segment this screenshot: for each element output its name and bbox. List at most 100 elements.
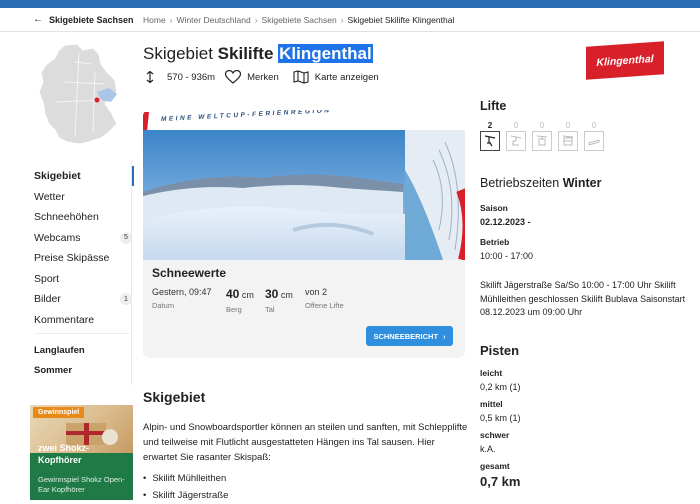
hours-heading: Betriebszeiten Winter (480, 176, 601, 190)
snow-open-lifts: von 2 Offene Lifte (305, 287, 344, 310)
snow-title: Schneewerte (152, 266, 227, 280)
lift-type-tbar: 2 (480, 121, 500, 151)
arrow-left-icon: ← (33, 14, 43, 25)
germany-map[interactable] (35, 42, 125, 147)
breadcrumb-home[interactable]: Home (143, 15, 166, 25)
nav-item-label: Kommentare (34, 313, 95, 326)
back-link-label: Skigebiete Sachsen (49, 14, 134, 25)
breadcrumb-winter[interactable]: Winter Deutschland (177, 15, 251, 25)
nav-item-sport[interactable]: Sport (34, 269, 132, 290)
pisten-heading: Pisten (480, 343, 520, 358)
chairlift-icon (506, 131, 526, 151)
save-button[interactable]: Merken (247, 72, 279, 83)
nav-item-bilder[interactable]: Bilder 1 (34, 289, 132, 310)
lift-count: 0 (513, 121, 519, 130)
saison-value: 02.12.2023 - (480, 217, 531, 227)
lift-count: 0 (539, 121, 545, 130)
chevron-right-icon: › (340, 15, 344, 25)
nav-item-kommentare[interactable]: Kommentare (34, 310, 132, 331)
lift-count: 0 (565, 121, 571, 130)
skigebiet-text: Alpin- und Snowboardsportler können an s… (143, 422, 468, 463)
lift-count: 0 (591, 121, 597, 130)
valley-label: Tal (265, 305, 275, 314)
nav-item-skigebiet[interactable]: Skigebiet (34, 166, 134, 187)
back-link[interactable]: ← Skigebiete Sachsen (33, 14, 134, 25)
snow-card: MEINE WELTCUP-FERIENREGION Schneewerte G… (143, 110, 465, 358)
nav-item-sommer[interactable]: Sommer (34, 360, 132, 380)
list-item: Skilift Jägerstraße (143, 487, 228, 504)
location-marker-icon (94, 97, 100, 103)
meta-row: 570 - 936m Merken Karte anzeigen (145, 70, 379, 84)
nav-item-label: Sport (34, 272, 60, 285)
promo-title: zwei Shokz-Kopfhörer (38, 443, 90, 465)
lifts-heading: Lifte (480, 99, 507, 113)
nav-item-preise[interactable]: Preise Skipässe (34, 248, 132, 269)
betrieb-label: Betrieb (480, 237, 510, 247)
show-map-button[interactable]: Karte anzeigen (315, 72, 379, 83)
snow-report-label: SCHNEEBERICHT (373, 331, 439, 341)
altitude-icon (145, 71, 155, 83)
resort-banner: MEINE WELTCUP-FERIENREGION (143, 110, 465, 260)
breadcrumb-sachsen[interactable]: Skigebiete Sachsen (262, 15, 337, 25)
header-divider (0, 31, 700, 32)
piste-easy-value: 0,2 km (1) (480, 382, 521, 392)
nav-item-label: Webcams (34, 231, 81, 244)
promo-card[interactable]: Gewinnspiel zwei Shokz-Kopfhörer Gewinns… (30, 405, 133, 500)
mountain-value: 40 (226, 287, 240, 301)
open-lifts-value: von 2 (305, 287, 328, 297)
map-icon[interactable] (293, 70, 309, 84)
snow-date-label: Datum (152, 301, 175, 310)
resort-logo: Klingenthal (586, 41, 664, 80)
nav-item-label: Bilder (34, 293, 61, 306)
nav-item-label: Skigebiet (34, 170, 81, 183)
magic-carpet-icon (584, 131, 604, 151)
breadcrumb-current: Skigebiet Skilifte Klingenthal (347, 15, 455, 25)
nav-item-label: Preise Skipässe (34, 252, 110, 265)
saison-label: Saison (480, 203, 508, 213)
piste-hard-value: k.A. (480, 444, 496, 454)
snow-date-value: Gestern, 09:47 (152, 287, 212, 297)
top-bar (0, 0, 700, 8)
nav-item-label: Wetter (34, 190, 65, 203)
chevron-right-icon: › (169, 15, 173, 25)
hours-season: Winter (562, 176, 602, 190)
nav-item-label: Schneehöhen (34, 211, 99, 224)
lift-type-chairlift: 0 (506, 121, 526, 151)
nav-item-wetter[interactable]: Wetter (34, 187, 132, 208)
cable-car-icon (558, 131, 578, 151)
side-nav: Skigebiet Wetter Schneehöhen Webcams 5 Pr… (34, 166, 134, 331)
promo-tag: Gewinnspiel (33, 407, 85, 418)
promo-subtitle: Gewinnspiel Shokz Open-Ear Kopfhörer (38, 475, 125, 494)
open-lifts-label: Offene Lifte (305, 301, 344, 310)
lift-count: 2 (487, 121, 493, 130)
betrieb-value: 10:00 - 17:00 (480, 251, 534, 261)
piste-medium-value: 0,5 km (1) (480, 413, 521, 423)
page-title: Skigebiet Skilifte Klingenthal (143, 44, 373, 64)
chevron-right-icon: › (443, 331, 446, 341)
heart-icon[interactable] (225, 70, 242, 84)
lift-list: Skilift Mühlleithen Skilift Jägerstraße (143, 470, 228, 504)
chevron-right-icon: › (254, 15, 258, 25)
mountain-unit: cm (241, 290, 254, 300)
snow-valley: 30 cm Tal (265, 287, 293, 314)
skigebiet-heading: Skigebiet (143, 389, 206, 405)
nav-item-webcams[interactable]: Webcams 5 (34, 228, 132, 249)
valley-value: 30 (265, 287, 279, 301)
mountain-label: Berg (226, 305, 242, 314)
resort-photo[interactable] (143, 130, 465, 260)
snow-values: Gestern, 09:47 Datum 40 cm Berg 30 cm Ta… (152, 287, 452, 317)
nav-item-schneehoehen[interactable]: Schneehöhen (34, 207, 132, 228)
lift-type-carpet: 0 (584, 121, 604, 151)
snow-mountain: 40 cm Berg (226, 287, 254, 314)
breadcrumb: Home › Winter Deutschland › Skigebiete S… (143, 15, 454, 25)
piste-easy-label: leicht (480, 368, 503, 378)
piste-total-label: gesamt (480, 461, 510, 471)
nav-item-langlaufen[interactable]: Langlaufen (34, 340, 132, 360)
piste-hard-label: schwer (480, 430, 510, 440)
nav-separator (34, 333, 130, 334)
snow-report-button[interactable]: SCHNEEBERICHT › (366, 326, 453, 346)
gondola-icon (532, 131, 552, 151)
lift-type-gondola: 0 (532, 121, 552, 151)
title-bold: Skilifte (217, 44, 274, 63)
t-bar-icon (480, 131, 500, 151)
